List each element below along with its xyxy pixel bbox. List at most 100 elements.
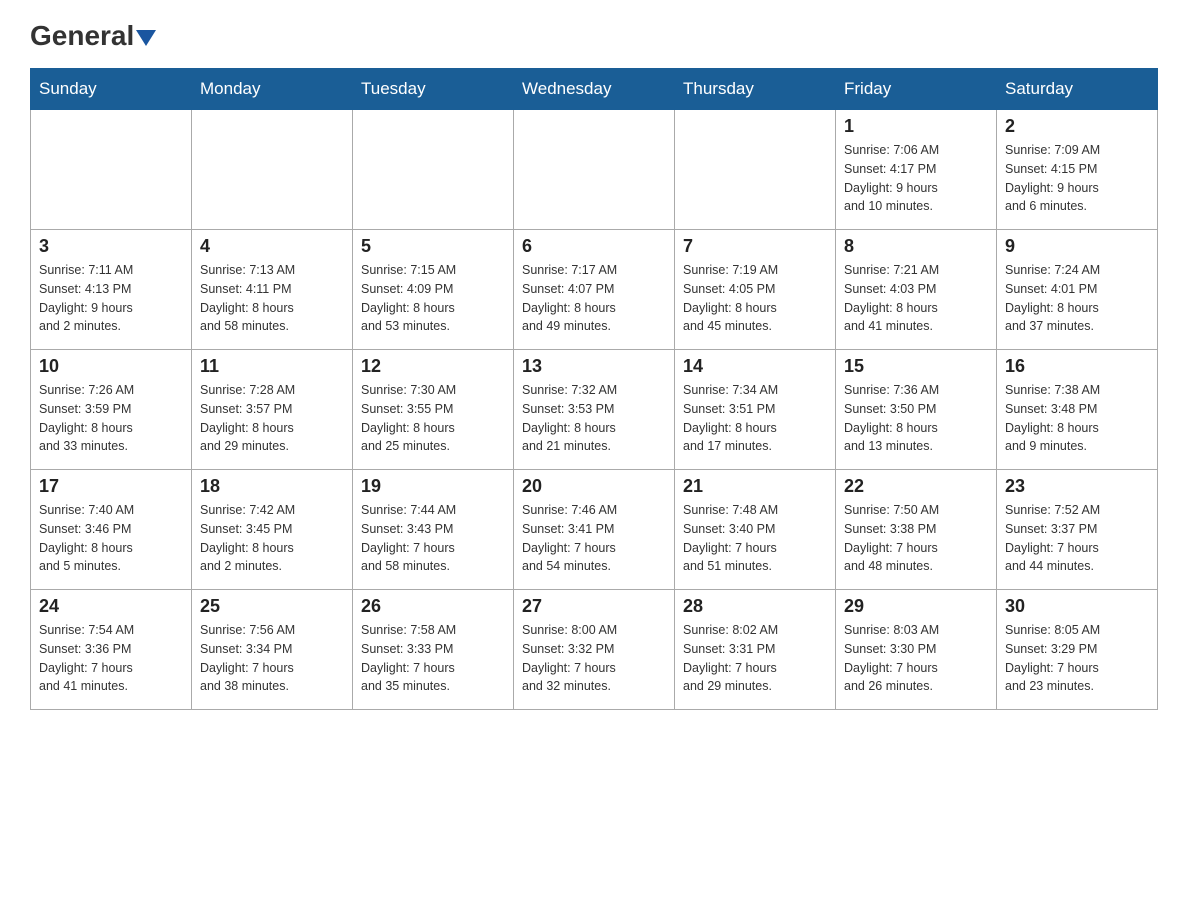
- day-number: 20: [522, 476, 666, 497]
- calendar-day-cell: [31, 110, 192, 230]
- calendar-day-cell: 21 Sunrise: 7:48 AMSunset: 3:40 PMDayligh…: [675, 470, 836, 590]
- day-number: 21: [683, 476, 827, 497]
- day-number: 15: [844, 356, 988, 377]
- day-number: 4: [200, 236, 344, 257]
- weekday-header-tuesday: Tuesday: [353, 69, 514, 110]
- day-info: Sunrise: 7:58 AMSunset: 3:33 PMDaylight:…: [361, 621, 505, 696]
- day-number: 19: [361, 476, 505, 497]
- day-number: 23: [1005, 476, 1149, 497]
- calendar-day-cell: [353, 110, 514, 230]
- day-info: Sunrise: 7:52 AMSunset: 3:37 PMDaylight:…: [1005, 501, 1149, 576]
- day-number: 14: [683, 356, 827, 377]
- day-info: Sunrise: 8:03 AMSunset: 3:30 PMDaylight:…: [844, 621, 988, 696]
- calendar-day-cell: [675, 110, 836, 230]
- day-number: 25: [200, 596, 344, 617]
- calendar-day-cell: 13 Sunrise: 7:32 AMSunset: 3:53 PMDayligh…: [514, 350, 675, 470]
- day-info: Sunrise: 8:05 AMSunset: 3:29 PMDaylight:…: [1005, 621, 1149, 696]
- calendar-day-cell: 26 Sunrise: 7:58 AMSunset: 3:33 PMDayligh…: [353, 590, 514, 710]
- calendar-day-cell: 11 Sunrise: 7:28 AMSunset: 3:57 PMDayligh…: [192, 350, 353, 470]
- day-info: Sunrise: 7:24 AMSunset: 4:01 PMDaylight:…: [1005, 261, 1149, 336]
- calendar-table: SundayMondayTuesdayWednesdayThursdayFrid…: [30, 68, 1158, 710]
- day-info: Sunrise: 7:13 AMSunset: 4:11 PMDaylight:…: [200, 261, 344, 336]
- day-info: Sunrise: 7:32 AMSunset: 3:53 PMDaylight:…: [522, 381, 666, 456]
- day-info: Sunrise: 7:54 AMSunset: 3:36 PMDaylight:…: [39, 621, 183, 696]
- day-number: 13: [522, 356, 666, 377]
- calendar-day-cell: 3Sunrise: 7:11 AMSunset: 4:13 PMDaylight…: [31, 230, 192, 350]
- calendar-day-cell: 23 Sunrise: 7:52 AMSunset: 3:37 PMDayligh…: [997, 470, 1158, 590]
- calendar-day-cell: 22Sunrise: 7:50 AMSunset: 3:38 PMDayligh…: [836, 470, 997, 590]
- day-number: 27: [522, 596, 666, 617]
- day-number: 24: [39, 596, 183, 617]
- day-number: 26: [361, 596, 505, 617]
- day-info: Sunrise: 7:42 AMSunset: 3:45 PMDaylight:…: [200, 501, 344, 576]
- day-info: Sunrise: 7:44 AMSunset: 3:43 PMDaylight:…: [361, 501, 505, 576]
- calendar-day-cell: 28 Sunrise: 8:02 AMSunset: 3:31 PMDayligh…: [675, 590, 836, 710]
- calendar-day-cell: 18Sunrise: 7:42 AMSunset: 3:45 PMDayligh…: [192, 470, 353, 590]
- day-info: Sunrise: 7:28 AMSunset: 3:57 PMDaylight:…: [200, 381, 344, 456]
- logo: General: [30, 20, 156, 48]
- calendar-day-cell: 6 Sunrise: 7:17 AMSunset: 4:07 PMDaylight…: [514, 230, 675, 350]
- day-number: 30: [1005, 596, 1149, 617]
- calendar-week-row: 3Sunrise: 7:11 AMSunset: 4:13 PMDaylight…: [31, 230, 1158, 350]
- calendar-day-cell: 27 Sunrise: 8:00 AMSunset: 3:32 PMDayligh…: [514, 590, 675, 710]
- day-info: Sunrise: 7:30 AMSunset: 3:55 PMDaylight:…: [361, 381, 505, 456]
- calendar-day-cell: 20 Sunrise: 7:46 AMSunset: 3:41 PMDayligh…: [514, 470, 675, 590]
- day-info: Sunrise: 8:00 AMSunset: 3:32 PMDaylight:…: [522, 621, 666, 696]
- day-number: 9: [1005, 236, 1149, 257]
- day-info: Sunrise: 7:38 AMSunset: 3:48 PMDaylight:…: [1005, 381, 1149, 456]
- day-info: Sunrise: 7:34 AMSunset: 3:51 PMDaylight:…: [683, 381, 827, 456]
- calendar-day-cell: 2Sunrise: 7:09 AMSunset: 4:15 PMDaylight…: [997, 110, 1158, 230]
- calendar-day-cell: 24 Sunrise: 7:54 AMSunset: 3:36 PMDayligh…: [31, 590, 192, 710]
- day-info: Sunrise: 7:36 AMSunset: 3:50 PMDaylight:…: [844, 381, 988, 456]
- calendar-day-cell: [514, 110, 675, 230]
- header: General: [30, 20, 1158, 48]
- weekday-header-thursday: Thursday: [675, 69, 836, 110]
- day-number: 17: [39, 476, 183, 497]
- weekday-header-monday: Monday: [192, 69, 353, 110]
- calendar-day-cell: 29Sunrise: 8:03 AMSunset: 3:30 PMDayligh…: [836, 590, 997, 710]
- day-info: Sunrise: 7:48 AMSunset: 3:40 PMDaylight:…: [683, 501, 827, 576]
- weekday-header-sunday: Sunday: [31, 69, 192, 110]
- weekday-header-row: SundayMondayTuesdayWednesdayThursdayFrid…: [31, 69, 1158, 110]
- day-number: 6: [522, 236, 666, 257]
- calendar-day-cell: 9 Sunrise: 7:24 AMSunset: 4:01 PMDaylight…: [997, 230, 1158, 350]
- calendar-day-cell: 30 Sunrise: 8:05 AMSunset: 3:29 PMDayligh…: [997, 590, 1158, 710]
- day-number: 3: [39, 236, 183, 257]
- weekday-header-friday: Friday: [836, 69, 997, 110]
- calendar-day-cell: 7 Sunrise: 7:19 AMSunset: 4:05 PMDaylight…: [675, 230, 836, 350]
- calendar-day-cell: 25 Sunrise: 7:56 AMSunset: 3:34 PMDayligh…: [192, 590, 353, 710]
- weekday-header-saturday: Saturday: [997, 69, 1158, 110]
- calendar-day-cell: 1Sunrise: 7:06 AMSunset: 4:17 PMDaylight…: [836, 110, 997, 230]
- calendar-week-row: 24 Sunrise: 7:54 AMSunset: 3:36 PMDayligh…: [31, 590, 1158, 710]
- logo-general-text: General: [30, 20, 156, 52]
- day-number: 16: [1005, 356, 1149, 377]
- calendar-week-row: 10Sunrise: 7:26 AMSunset: 3:59 PMDayligh…: [31, 350, 1158, 470]
- calendar-day-cell: 12 Sunrise: 7:30 AMSunset: 3:55 PMDayligh…: [353, 350, 514, 470]
- day-info: Sunrise: 7:15 AMSunset: 4:09 PMDaylight:…: [361, 261, 505, 336]
- calendar-day-cell: 10Sunrise: 7:26 AMSunset: 3:59 PMDayligh…: [31, 350, 192, 470]
- day-info: Sunrise: 7:50 AMSunset: 3:38 PMDaylight:…: [844, 501, 988, 576]
- day-info: Sunrise: 7:21 AMSunset: 4:03 PMDaylight:…: [844, 261, 988, 336]
- day-number: 8: [844, 236, 988, 257]
- day-number: 7: [683, 236, 827, 257]
- weekday-header-wednesday: Wednesday: [514, 69, 675, 110]
- day-number: 10: [39, 356, 183, 377]
- calendar-day-cell: 19 Sunrise: 7:44 AMSunset: 3:43 PMDayligh…: [353, 470, 514, 590]
- calendar-day-cell: 16 Sunrise: 7:38 AMSunset: 3:48 PMDayligh…: [997, 350, 1158, 470]
- calendar-day-cell: 5Sunrise: 7:15 AMSunset: 4:09 PMDaylight…: [353, 230, 514, 350]
- day-number: 28: [683, 596, 827, 617]
- day-info: Sunrise: 7:17 AMSunset: 4:07 PMDaylight:…: [522, 261, 666, 336]
- day-number: 11: [200, 356, 344, 377]
- logo-triangle-icon: [136, 30, 156, 46]
- calendar-day-cell: [192, 110, 353, 230]
- calendar-day-cell: 4 Sunrise: 7:13 AMSunset: 4:11 PMDaylight…: [192, 230, 353, 350]
- day-info: Sunrise: 7:19 AMSunset: 4:05 PMDaylight:…: [683, 261, 827, 336]
- calendar-day-cell: 17Sunrise: 7:40 AMSunset: 3:46 PMDayligh…: [31, 470, 192, 590]
- calendar-day-cell: 15 Sunrise: 7:36 AMSunset: 3:50 PMDayligh…: [836, 350, 997, 470]
- day-info: Sunrise: 7:56 AMSunset: 3:34 PMDaylight:…: [200, 621, 344, 696]
- day-info: Sunrise: 7:46 AMSunset: 3:41 PMDaylight:…: [522, 501, 666, 576]
- day-number: 1: [844, 116, 988, 137]
- day-info: Sunrise: 8:02 AMSunset: 3:31 PMDaylight:…: [683, 621, 827, 696]
- calendar-week-row: 17Sunrise: 7:40 AMSunset: 3:46 PMDayligh…: [31, 470, 1158, 590]
- day-number: 12: [361, 356, 505, 377]
